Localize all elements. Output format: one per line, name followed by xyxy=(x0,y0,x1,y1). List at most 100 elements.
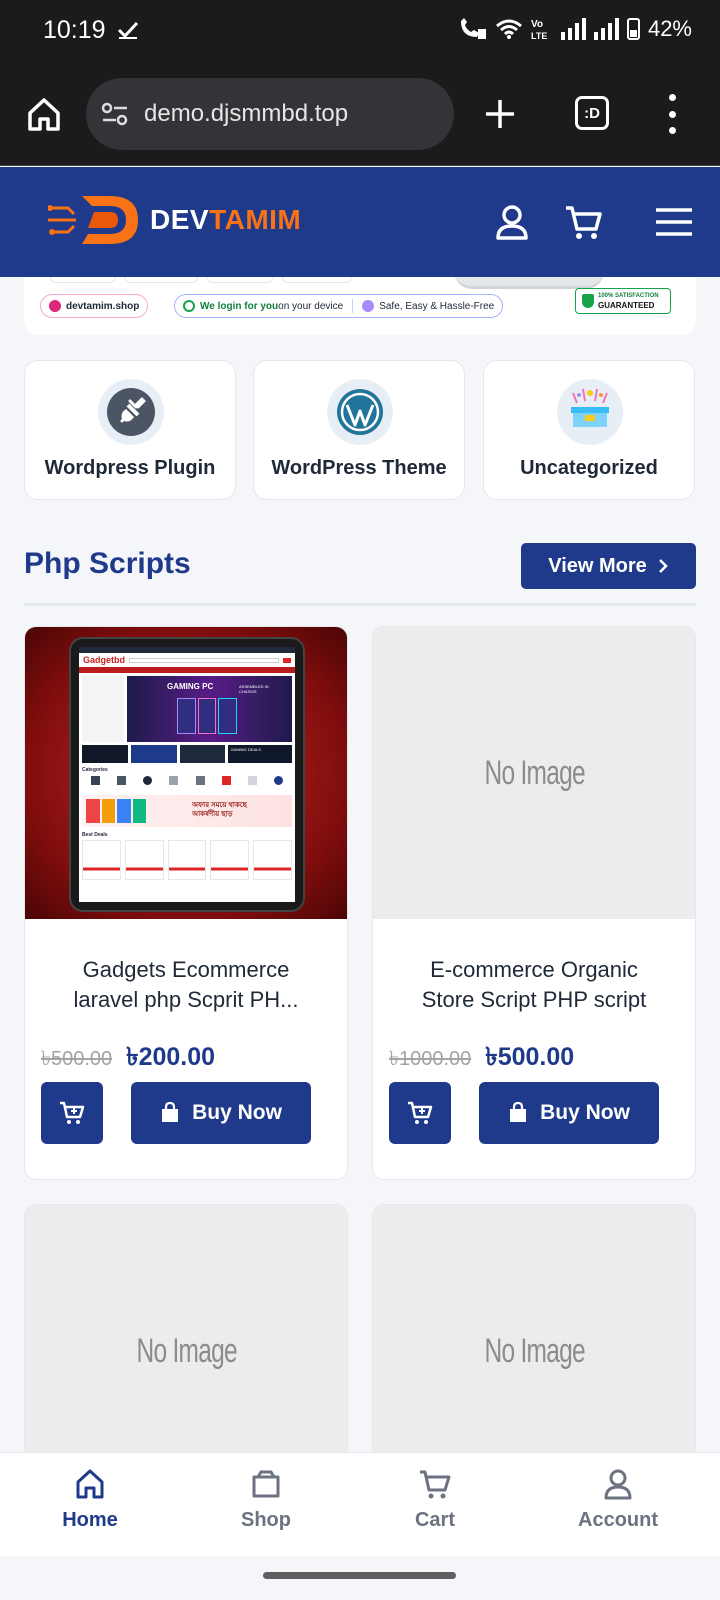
category-card-wordpress-plugin[interactable]: Wordpress Plugin xyxy=(24,360,236,500)
user-icon[interactable] xyxy=(492,202,532,242)
wifi-icon xyxy=(495,19,522,39)
shield-check-icon xyxy=(183,300,195,312)
product-title-line: Gadgets Ecommerce xyxy=(82,957,290,982)
nav-label: Account xyxy=(578,1509,658,1531)
banner-chip-text: Safe, Easy & Hassle-Free xyxy=(379,300,495,312)
check-icon xyxy=(117,21,138,39)
new-tab-icon[interactable] xyxy=(480,94,520,134)
banner-chip-bold: We login for you xyxy=(200,300,279,312)
guarantee-line2: GUARANTEED xyxy=(598,301,655,310)
product-title[interactable]: E-commerce Organic Store Script PHP scrip… xyxy=(393,955,675,1015)
section-title: Php Scripts xyxy=(24,547,191,580)
view-more-button[interactable]: View More xyxy=(521,543,696,589)
gesture-area xyxy=(0,1556,720,1600)
product-card[interactable]: No Image E-commerce Organic Store Script … xyxy=(372,626,696,1180)
chevron-right-icon xyxy=(658,559,668,573)
no-image-text: No Image xyxy=(484,1331,586,1370)
signal-icon xyxy=(593,18,619,40)
tab-switcher-label: :D xyxy=(584,104,600,122)
banner-chip-domain: devtamim.shop xyxy=(40,294,149,318)
gesture-handle[interactable] xyxy=(263,1572,456,1579)
status-icons: Vo LTE 42% xyxy=(457,16,692,42)
browser-toolbar: demo.djsmmbd.top :D xyxy=(0,64,720,166)
add-to-cart-button[interactable] xyxy=(389,1082,451,1144)
category-label: WordPress Theme xyxy=(271,457,447,479)
url-text: demo.djsmmbd.top xyxy=(144,100,349,127)
hero-banner[interactable]: devtamim.shop We login for you on your d… xyxy=(24,277,696,335)
tab-switcher-button[interactable]: :D xyxy=(575,96,609,130)
old-price: ৳500.00 xyxy=(41,1048,113,1070)
banner-chip-login: We login for you on your device Safe, Eas… xyxy=(174,294,504,318)
site-header: DEVTAMIM xyxy=(0,167,720,277)
nav-label: Home xyxy=(62,1509,118,1531)
browser-home-icon[interactable] xyxy=(24,94,64,134)
category-card-wordpress-theme[interactable]: WordPress Theme xyxy=(253,360,465,500)
logo-mark-icon xyxy=(48,196,138,244)
buy-now-button[interactable]: Buy Now xyxy=(131,1082,311,1144)
shop-bag-icon xyxy=(252,1470,280,1498)
guarantee-line1: 100% SATISFACTION xyxy=(598,293,659,299)
view-more-label: View More xyxy=(548,554,647,577)
banner-pill xyxy=(124,277,198,283)
category-card-uncategorized[interactable]: Uncategorized xyxy=(483,360,695,500)
site-settings-icon[interactable] xyxy=(100,99,130,129)
nav-cart[interactable]: Cart xyxy=(365,1467,505,1532)
category-label: Uncategorized xyxy=(520,457,658,479)
nav-label: Shop xyxy=(241,1509,291,1531)
thumb-site-name: Gadgetbd xyxy=(83,655,125,665)
cart-plus-icon xyxy=(60,1101,85,1124)
thumb-hero-right: ASSEMBLED IN CHASSIS xyxy=(239,684,269,694)
svg-text:Vo: Vo xyxy=(531,19,543,30)
plug-icon xyxy=(107,388,155,436)
product-card[interactable]: Gadgetbd GAMING PC ASSEMBLED IN CHASSIS … xyxy=(24,626,348,1180)
logo-text-tamim: TAMIM xyxy=(209,204,302,235)
sale-price: ৳200.00 xyxy=(126,1043,216,1071)
thumb-categories-heading: Categories xyxy=(82,767,108,773)
product-image-placeholder[interactable]: No Image xyxy=(373,627,695,919)
product-image[interactable]: Gadgetbd GAMING PC ASSEMBLED IN CHASSIS … xyxy=(25,627,347,919)
browser-menu-icon[interactable] xyxy=(664,94,680,134)
cart-icon[interactable] xyxy=(564,202,604,242)
bottom-navigation: Home Shop Cart Account xyxy=(0,1452,720,1556)
price-row: ৳500.00 ৳200.00 xyxy=(41,1037,215,1080)
buy-now-button[interactable]: Buy Now xyxy=(479,1082,659,1144)
logo-text-dev: DEV xyxy=(150,204,210,235)
buy-now-label: Buy Now xyxy=(540,1101,630,1124)
address-bar[interactable]: demo.djsmmbd.top xyxy=(86,78,454,150)
site-logo[interactable]: DEVTAMIM xyxy=(48,185,301,255)
nav-shop[interactable]: Shop xyxy=(196,1467,336,1532)
nav-home[interactable]: Home xyxy=(20,1467,160,1532)
product-title-line: Store Script PHP script xyxy=(421,987,647,1012)
sale-price: ৳500.00 xyxy=(485,1043,575,1071)
wifi-calling-icon xyxy=(460,18,486,39)
cart-icon xyxy=(420,1470,451,1499)
clock-text: 10:19 xyxy=(43,16,106,44)
shopping-bag-icon xyxy=(162,1102,179,1122)
thumb-promo-text: অফার সময়ে থাকছে আকর্ষণীয় ছাড় xyxy=(192,802,247,818)
nav-label: Cart xyxy=(414,1509,455,1531)
shopping-bag-icon xyxy=(510,1102,527,1122)
cart-plus-icon xyxy=(408,1101,433,1124)
logo-text: DEVTAMIM xyxy=(150,204,301,236)
banner-pill xyxy=(282,277,352,283)
svg-text:LTE: LTE xyxy=(531,31,547,41)
nav-account[interactable]: Account xyxy=(548,1467,688,1532)
hamburger-menu-icon[interactable] xyxy=(654,202,694,242)
battery-icon xyxy=(626,18,640,40)
signal-icon xyxy=(560,18,586,40)
banner-chip-rest: on your device xyxy=(278,300,344,312)
product-title-line: E-commerce Organic xyxy=(430,957,638,982)
add-to-cart-button[interactable] xyxy=(41,1082,103,1144)
status-bar: 10:19 Vo LTE 42% xyxy=(0,0,720,64)
thumb-hero-heading: GAMING PC xyxy=(167,682,214,691)
product-title[interactable]: Gadgets Ecommerce laravel php Scprit PH..… xyxy=(45,955,327,1015)
gift-box-icon xyxy=(571,388,609,427)
product-title-line: laravel php Scprit PH... xyxy=(73,987,299,1012)
category-icon-wrap xyxy=(327,379,393,445)
category-label: Wordpress Plugin xyxy=(44,457,216,479)
globe-icon xyxy=(49,300,61,312)
section-divider xyxy=(24,603,696,606)
old-price: ৳1000.00 xyxy=(389,1048,472,1070)
battery-percent: 42% xyxy=(647,16,692,41)
category-icon-wrap xyxy=(98,379,164,445)
